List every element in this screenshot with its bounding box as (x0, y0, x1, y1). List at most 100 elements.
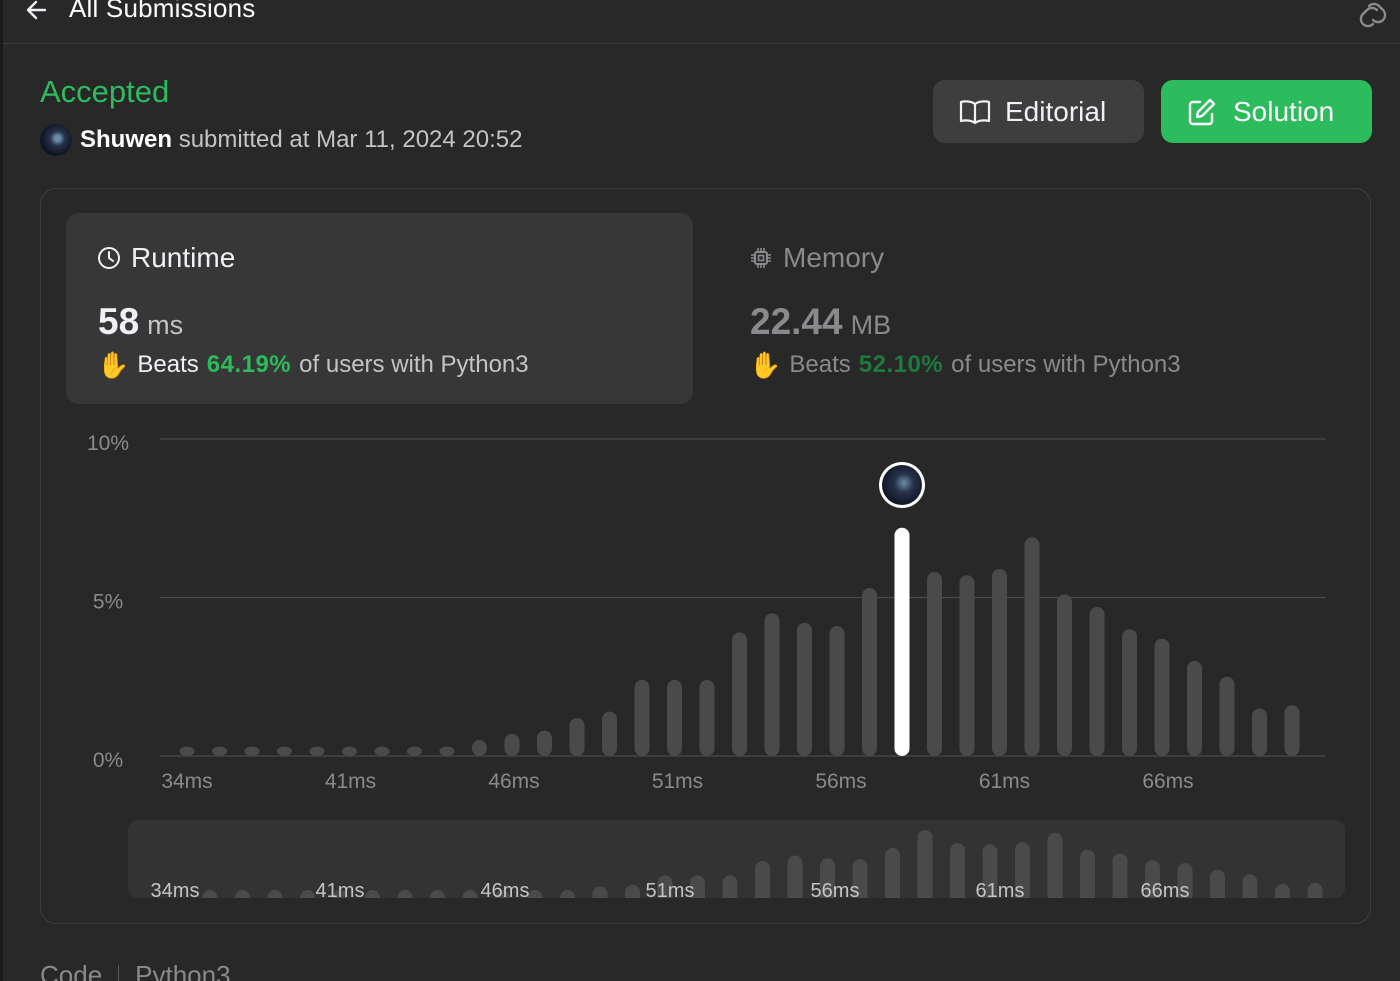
chart-minimap[interactable]: 34ms 41ms 46ms 51ms 56ms 61ms 66ms (128, 820, 1345, 898)
chart-bar[interactable] (277, 746, 292, 756)
left-border (0, 0, 3, 981)
y-tick-label: 10% (87, 432, 129, 455)
editorial-button[interactable]: Editorial (933, 80, 1144, 143)
minimap-bar (755, 861, 770, 898)
chart-bar[interactable] (667, 679, 682, 756)
minimap-bar (300, 890, 315, 898)
page-title[interactable]: All Submissions (69, 0, 256, 24)
minimap-tick-label: 51ms (646, 880, 695, 898)
user-avatar[interactable] (40, 124, 72, 156)
chart-bar[interactable] (862, 587, 877, 756)
marker-avatar (882, 465, 922, 505)
chart-bar[interactable] (829, 626, 845, 756)
chart-bar[interactable] (472, 740, 487, 756)
minimap-bar (885, 847, 900, 898)
chart-bar[interactable] (732, 632, 747, 756)
solution-button[interactable]: Solution (1161, 80, 1372, 143)
chart-bar[interactable] (634, 679, 650, 756)
submitted-time: submitted at Mar 11, 2024 20:52 (178, 126, 523, 153)
code-separator (118, 964, 120, 981)
minimap-tick-label: 56ms (811, 880, 860, 898)
memory-number: 22.44 (750, 301, 843, 342)
link-icon[interactable] (1355, 0, 1391, 28)
chart-bar[interactable] (1024, 537, 1040, 756)
chart-bar[interactable] (407, 746, 422, 756)
chart-bar[interactable] (342, 746, 357, 756)
clap-icon: ✋ (749, 350, 782, 380)
chart-bar[interactable] (764, 613, 780, 756)
chart-bar[interactable] (1252, 708, 1267, 756)
code-language[interactable]: Python3 (135, 960, 230, 981)
submission-status: Accepted (40, 74, 170, 109)
chart-bar[interactable] (927, 572, 942, 756)
chart-bar[interactable] (797, 622, 812, 756)
runtime-beats: ✋ Beats 64.19% of users with Python3 (97, 351, 529, 379)
highlight-bar[interactable] (894, 527, 910, 756)
chart-bar[interactable] (1122, 629, 1137, 756)
y-tick-label: 0% (93, 749, 123, 772)
minimap-bar (917, 829, 933, 898)
chart-bar[interactable] (244, 746, 260, 756)
chart-bar[interactable] (959, 575, 975, 756)
chart-bar[interactable] (1284, 705, 1300, 756)
chart-bar[interactable] (1187, 660, 1202, 756)
code-header: Code Python3 (40, 960, 231, 981)
chart-bar[interactable] (537, 730, 552, 756)
minimap-tick-label: 41ms (316, 880, 365, 898)
minimap-bar (1080, 849, 1095, 898)
memory-header[interactable]: Memory (749, 242, 884, 274)
top-bar: All Submissions (3, 0, 1400, 44)
chart-bar[interactable] (1219, 676, 1235, 756)
chart-bar[interactable] (504, 733, 520, 756)
chart-bar[interactable] (1057, 594, 1072, 756)
chart-bar[interactable] (439, 746, 455, 756)
minimap-tick-label: 34ms (151, 880, 200, 898)
minimap-bar (1307, 882, 1323, 898)
minimap-bar (397, 890, 413, 898)
y-tick-label: 5% (93, 591, 123, 614)
x-tick-label: 61ms (979, 770, 1030, 793)
clock-icon (98, 247, 120, 269)
chart-bar[interactable] (374, 746, 390, 756)
chart-bar[interactable] (179, 746, 195, 756)
x-tick-label: 51ms (652, 770, 703, 793)
chip-icon (751, 248, 771, 268)
minimap-bar (592, 886, 608, 898)
minimap-bar (722, 875, 738, 898)
chart-bar[interactable] (1154, 638, 1170, 756)
x-tick-label: 41ms (325, 770, 376, 793)
x-tick-label: 66ms (1142, 770, 1193, 793)
minimap-tick-label: 66ms (1141, 880, 1190, 898)
minimap-bar (787, 855, 803, 898)
memory-beats: ✋ Beats 52.10% of users with Python3 (749, 351, 1181, 379)
x-tick-label: 46ms (488, 770, 539, 793)
minimap-bar (365, 890, 380, 898)
minimap-bar (235, 890, 250, 898)
minimap-tick-label: 46ms (481, 880, 530, 898)
edit-icon (1188, 98, 1216, 125)
runtime-beats-suffix: of users with Python3 (299, 351, 529, 378)
back-arrow-icon[interactable] (23, 0, 51, 24)
code-label: Code (40, 960, 103, 981)
minimap-tick-label: 61ms (976, 880, 1025, 898)
minimap-bar (1275, 883, 1290, 898)
clap-icon: ✋ (97, 350, 130, 380)
user-marker[interactable] (879, 462, 925, 508)
chart-bar[interactable] (1089, 607, 1105, 756)
runtime-label: Runtime (131, 242, 236, 273)
chart-bar[interactable] (992, 568, 1007, 756)
x-tick-label: 56ms (815, 770, 866, 793)
chart-bar[interactable] (569, 717, 585, 756)
minimap-bar (1242, 874, 1258, 898)
chart-bar[interactable] (309, 746, 325, 756)
minimap-bar (1047, 832, 1063, 898)
username[interactable]: Shuwen (80, 126, 172, 153)
minimap-bar (430, 890, 445, 898)
minimap-bar (1112, 853, 1128, 898)
runtime-unit: ms (147, 310, 184, 340)
chart-bar[interactable] (602, 711, 617, 756)
memory-beats-prefix: Beats (789, 351, 851, 378)
chart-bar[interactable] (212, 746, 227, 756)
x-tick-label: 34ms (161, 770, 212, 793)
chart-bar[interactable] (699, 679, 715, 756)
